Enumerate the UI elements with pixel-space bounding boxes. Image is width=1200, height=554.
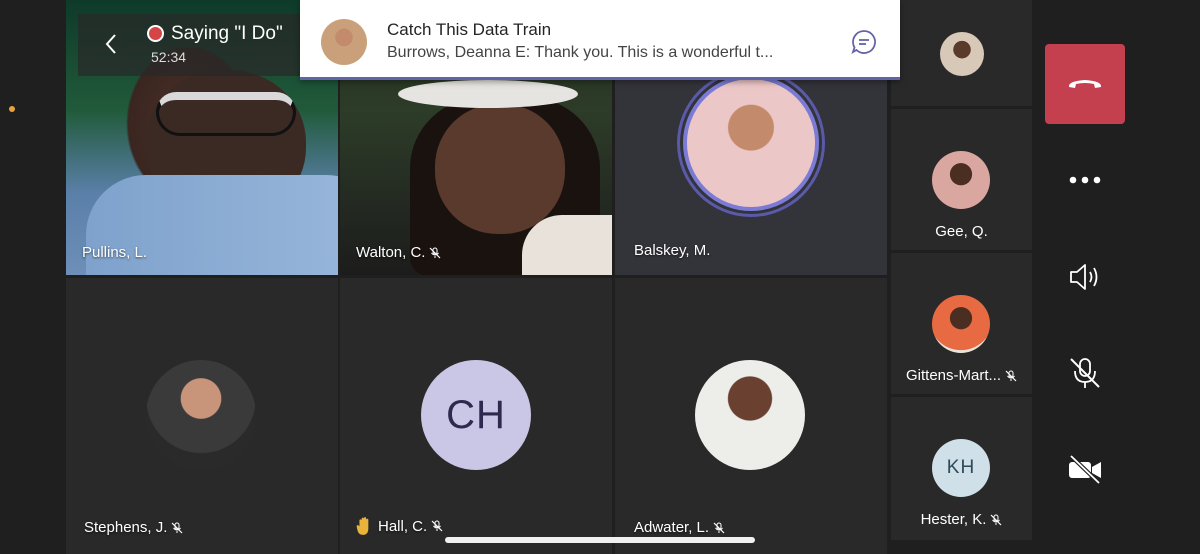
microphone-muted-icon (1070, 358, 1100, 388)
participant-name: Pullins, L. (82, 244, 148, 261)
more-options-button[interactable] (1045, 150, 1125, 210)
notification-title: Catch This Data Train (387, 20, 552, 39)
sidebar-participant-tile-gittens[interactable]: Gittens-Mart... (891, 253, 1032, 394)
participant-name: Adwater, L. (634, 519, 725, 536)
camera-toggle-button[interactable] (1045, 439, 1125, 499)
call-timer: 52:34 (151, 49, 187, 65)
participant-tile-hall[interactable]: CH Hall, C. (340, 278, 612, 554)
participant-avatar (932, 295, 990, 353)
participant-name: Balskey, M. (634, 242, 711, 259)
microphone-toggle-button[interactable] (1045, 343, 1125, 403)
speaker-icon (1070, 264, 1098, 290)
participant-avatar (695, 360, 805, 470)
meeting-title: Saying "I Do" (171, 23, 283, 44)
participant-initials: CH (421, 360, 531, 470)
back-chevron-icon[interactable] (100, 32, 124, 56)
participant-name: Gee, Q. (935, 223, 988, 240)
mic-muted-icon (171, 522, 183, 533)
participant-name: Walton, C. (356, 244, 441, 261)
mic-muted-icon (430, 247, 441, 258)
participant-avatar (683, 75, 819, 211)
mic-muted-icon (713, 522, 725, 533)
participant-tile-adwater[interactable]: Adwater, L. (615, 278, 887, 554)
home-indicator[interactable] (445, 537, 755, 543)
raised-hand-icon (356, 517, 369, 535)
speaker-button[interactable] (1045, 247, 1125, 307)
participant-name: Stephens, J. (84, 519, 183, 536)
sidebar-participant-tile[interactable] (891, 0, 1032, 106)
mic-muted-icon (990, 514, 1002, 525)
more-options-icon (1069, 176, 1101, 184)
participant-avatar (146, 360, 256, 470)
participant-initials: KH (932, 439, 990, 497)
recording-icon (147, 25, 164, 42)
recording-header: Saying "I Do" 52:34 (78, 14, 303, 76)
camera-off-icon (1069, 454, 1101, 484)
participant-avatar (940, 32, 984, 76)
sidebar-participant-tile-hester[interactable]: KH Hester, K. (891, 397, 1032, 540)
participant-name: Hester, K. (891, 511, 1032, 528)
participant-avatar (932, 151, 990, 209)
mic-muted-icon (431, 520, 443, 532)
sender-avatar (321, 19, 367, 65)
status-indicator-dot (9, 106, 15, 112)
hang-up-button[interactable] (1045, 44, 1125, 124)
notification-message: Burrows, Deanna E: Thank you. This is a … (387, 44, 774, 61)
sidebar-participant-tile-gee[interactable]: Gee, Q. (891, 109, 1032, 250)
chat-notification[interactable]: Catch This Data Train Burrows, Deanna E:… (300, 0, 900, 80)
chat-bubble-icon[interactable] (850, 28, 878, 56)
participant-name: Gittens-Mart... (891, 367, 1032, 384)
hang-up-icon (1068, 80, 1102, 88)
participant-tile-stephens[interactable]: Stephens, J. (66, 278, 338, 554)
mic-muted-icon (1005, 370, 1017, 381)
participant-name: Hall, C. (356, 516, 443, 536)
